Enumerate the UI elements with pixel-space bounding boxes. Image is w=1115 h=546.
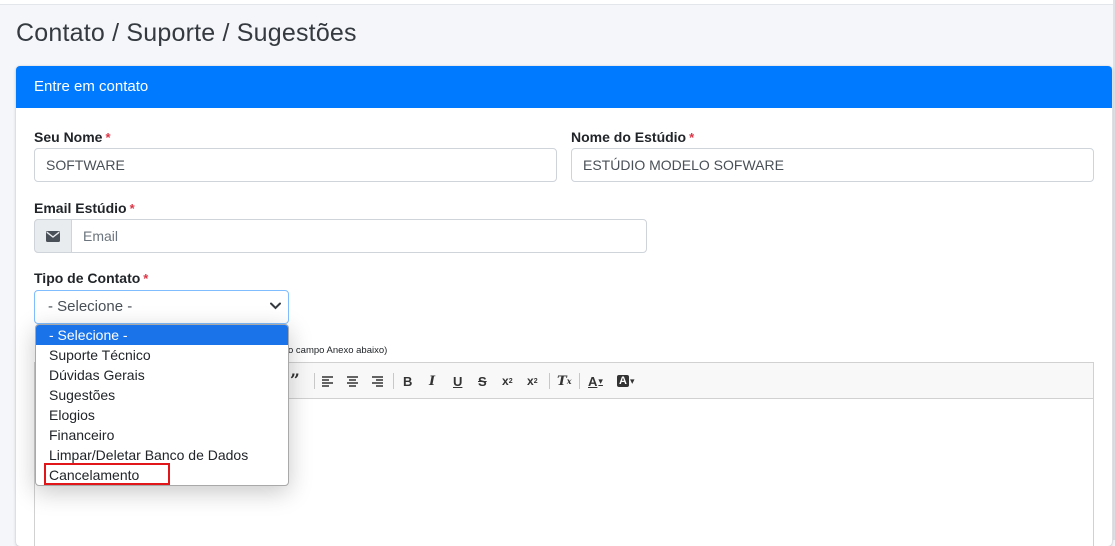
- toolbar-separator: [579, 373, 580, 389]
- align-center-icon[interactable]: [347, 372, 358, 390]
- page-title: Contato / Suporte / Sugestões: [16, 19, 357, 47]
- clear-format-icon[interactable]: Tx: [557, 372, 571, 390]
- align-right-icon[interactable]: [372, 372, 383, 390]
- name-input[interactable]: SOFTWARE: [34, 148, 557, 182]
- card-header: Entre em contato: [16, 66, 1112, 108]
- contact-type-select[interactable]: - Selecione -: [34, 290, 289, 324]
- option-suporte-tecnico[interactable]: Suporte Técnico: [36, 345, 288, 365]
- email-label: Email Estúdio *: [34, 200, 135, 216]
- chevron-down-icon: [270, 302, 281, 310]
- toolbar-separator: [549, 373, 550, 389]
- italic-icon[interactable]: I: [429, 372, 435, 390]
- studio-input[interactable]: ESTÚDIO MODELO SOFWARE: [571, 148, 1094, 182]
- name-label: Seu Nome *: [34, 129, 111, 145]
- contact-type-dropdown: - Selecione - Suporte Técnico Dúvidas Ge…: [35, 324, 289, 486]
- option-elogios[interactable]: Elogios: [36, 405, 288, 425]
- superscript-icon[interactable]: x2: [527, 372, 538, 390]
- option-financeiro[interactable]: Financeiro: [36, 425, 288, 445]
- email-input[interactable]: Email: [71, 219, 647, 253]
- align-left-icon[interactable]: [322, 372, 333, 390]
- blockquote-icon[interactable]: ”: [290, 371, 300, 391]
- toolbar-separator: [314, 373, 315, 389]
- toolbar-separator: [393, 373, 394, 389]
- contact-type-selected: - Selecione -: [48, 298, 133, 315]
- strikethrough-icon[interactable]: S: [478, 372, 487, 390]
- bold-icon[interactable]: B: [403, 372, 412, 390]
- studio-label: Nome do Estúdio *: [571, 129, 694, 145]
- subscript-icon[interactable]: x2: [502, 372, 513, 390]
- name-label-text: Seu Nome: [34, 129, 103, 145]
- envelope-icon: [34, 219, 72, 253]
- underline-icon[interactable]: U: [453, 372, 462, 390]
- required-mark: *: [129, 201, 135, 216]
- top-bar-edge: [0, 0, 1115, 5]
- text-color-icon[interactable]: A ▾: [588, 372, 603, 390]
- option-cancelamento[interactable]: Cancelamento: [36, 465, 288, 485]
- email-label-text: Email Estúdio: [34, 200, 127, 216]
- option-duvidas-gerais[interactable]: Dúvidas Gerais: [36, 365, 288, 385]
- attachment-hint: o campo Anexo abaixo): [288, 345, 388, 356]
- option-selecione[interactable]: - Selecione -: [36, 325, 288, 345]
- contact-type-label-text: Tipo de Contato: [34, 270, 141, 286]
- required-mark: *: [105, 130, 111, 145]
- contact-type-label: Tipo de Contato *: [34, 270, 148, 286]
- studio-label-text: Nome do Estúdio: [571, 129, 687, 145]
- option-limpar-deletar-banco[interactable]: Limpar/Deletar Banco de Dados: [36, 445, 288, 465]
- required-mark: *: [143, 271, 149, 286]
- option-sugestoes[interactable]: Sugestões: [36, 385, 288, 405]
- email-input-group: Email: [34, 219, 647, 253]
- background-color-icon[interactable]: A ▾: [617, 372, 634, 390]
- required-mark: *: [689, 130, 695, 145]
